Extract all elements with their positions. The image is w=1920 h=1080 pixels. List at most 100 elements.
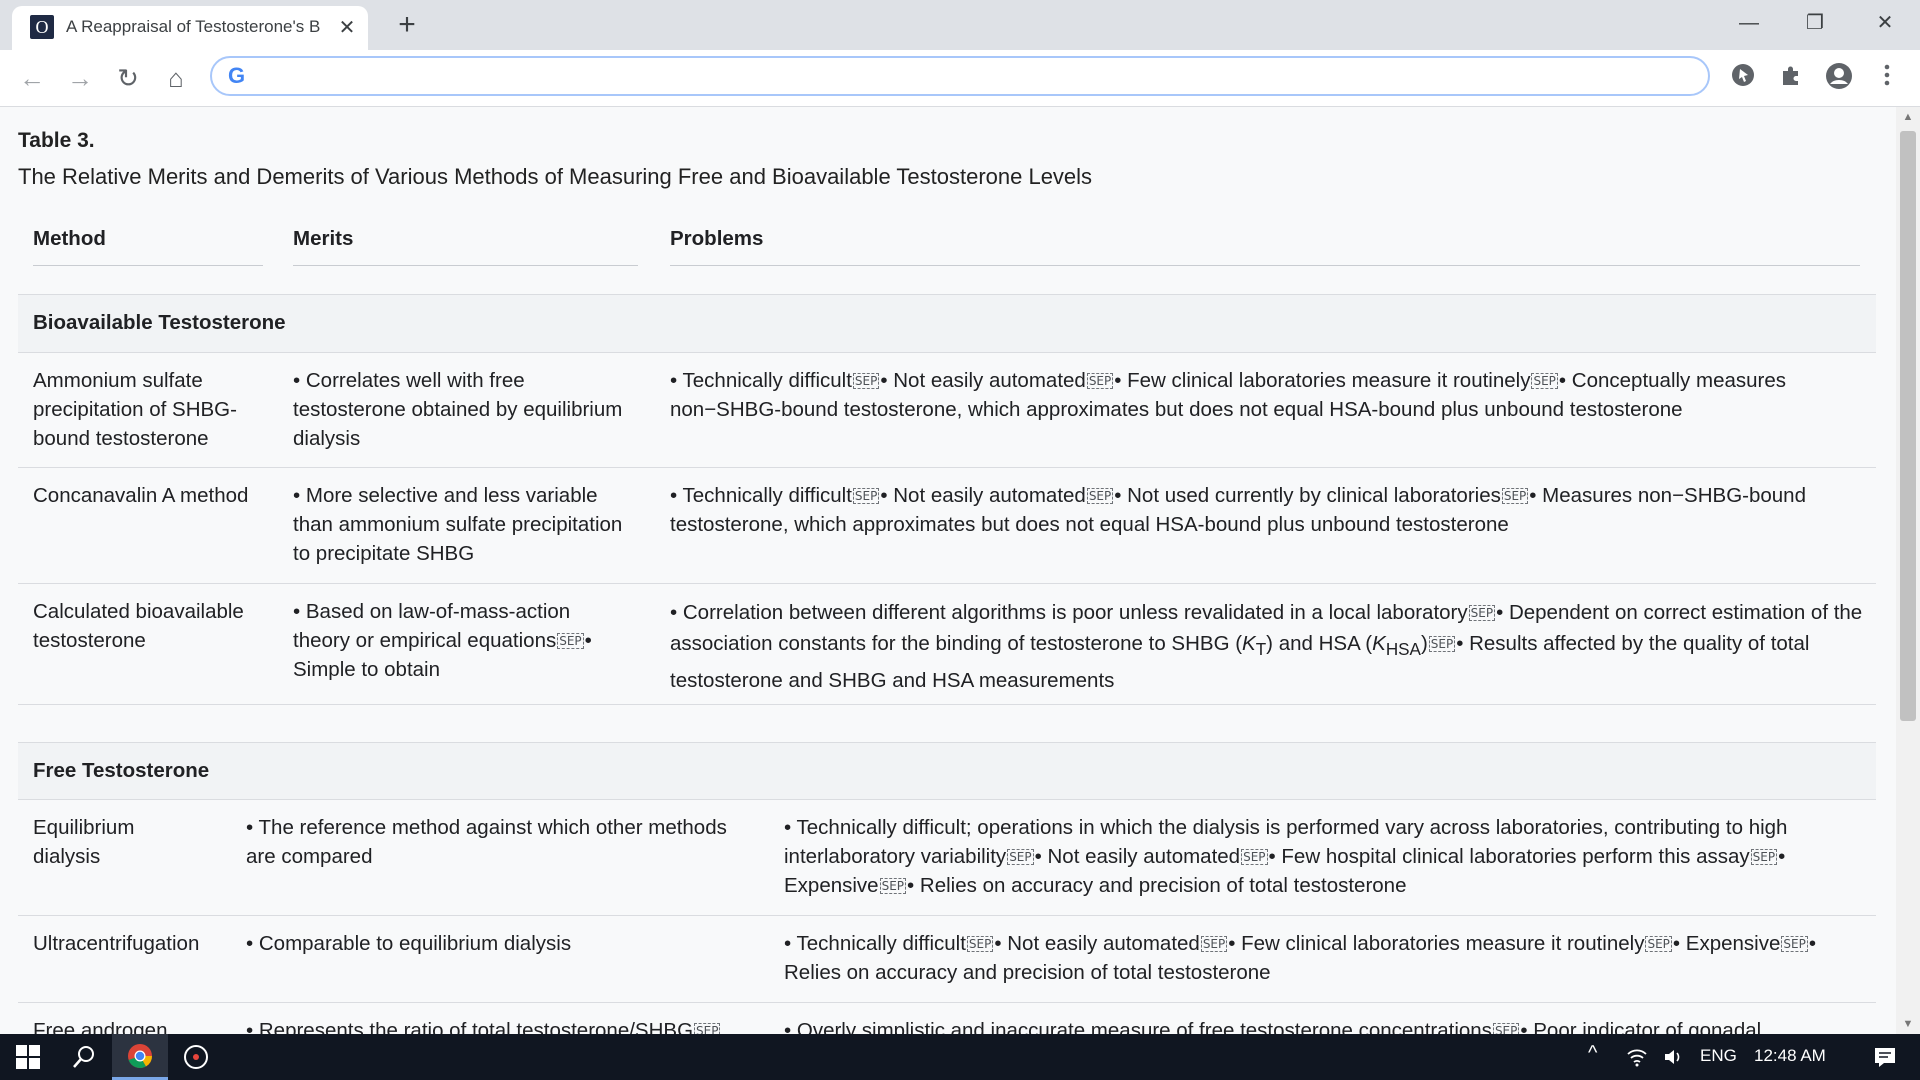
language-indicator[interactable]: ENG	[1700, 1046, 1737, 1066]
problem-text: Few hospital clinical laboratories perfo…	[1281, 845, 1750, 868]
merits-cell: • Based on law-of-mass-action theory or …	[293, 600, 592, 681]
problem-text: Technically difficult	[796, 932, 966, 955]
kebab-menu-icon[interactable]	[1872, 62, 1902, 92]
address-bar[interactable]: G	[210, 56, 1710, 96]
scroll-down-arrow-icon[interactable]: ▼	[1896, 1014, 1920, 1034]
problem-text: Not easily automated	[893, 484, 1086, 507]
problem-text: Expensive	[1685, 932, 1781, 955]
problem-text: Not easily automated	[1007, 932, 1200, 955]
forward-button[interactable]: →	[62, 60, 98, 96]
problems-cell: • Technically difficult SEP • Not easily a…	[784, 932, 1816, 984]
problem-text: Poor indicator of gonadal	[1533, 1019, 1762, 1034]
sep-glyph: SEP	[1007, 849, 1034, 865]
table-row: Free androgen • Represents the ratio of …	[18, 1003, 1876, 1034]
method-cell: Free androgen	[33, 1019, 168, 1034]
minimize-button[interactable]: —	[1726, 6, 1772, 40]
sep-glyph: SEP	[1086, 373, 1114, 389]
kt-symbol: K	[1242, 632, 1256, 655]
browser-tab[interactable]: O A Reappraisal of Testosterone's B ✕	[12, 6, 368, 50]
table-row: Ammonium sulfate precipitation of SHBG-b…	[18, 353, 1876, 468]
section-label: Free Testosterone	[33, 759, 210, 782]
sep-glyph: SEP	[1086, 488, 1114, 504]
site-favicon-icon: O	[30, 15, 54, 39]
vertical-scrollbar[interactable]: ▲ ▼	[1896, 107, 1920, 1034]
table-caption: The Relative Merits and Demerits of Vari…	[18, 164, 1093, 189]
problem-text: Technically difficult	[682, 484, 852, 507]
problem-text: Relies on accuracy and precision of tota…	[784, 961, 1271, 984]
merits-cell: • Represents the ratio of total testoste…	[246, 1016, 756, 1034]
section-row-bioavailable: Bioavailable Testosterone	[18, 295, 1876, 353]
back-button[interactable]: ←	[14, 60, 50, 96]
tab-close-icon[interactable]: ✕	[334, 15, 360, 41]
sep-glyph: SEP	[1200, 936, 1228, 952]
problems-cell: • Technically difficult SEP • Not easily a…	[670, 369, 1787, 421]
browser-window: O A Reappraisal of Testosterone's B ✕ + …	[0, 0, 1920, 1080]
merits-cell: • Correlates well with free testosterone…	[293, 369, 623, 450]
section-row-free: Free Testosterone	[18, 742, 1876, 800]
problems-cell: • Technically difficult SEP • Not easily a…	[670, 484, 1806, 536]
new-tab-button[interactable]: +	[390, 9, 424, 43]
puzzle-icon[interactable]	[1776, 62, 1806, 92]
scroll-up-arrow-icon[interactable]: ▲	[1896, 107, 1920, 127]
sep-glyph: SEP	[852, 373, 880, 389]
tray-caret-icon[interactable]: ^	[1588, 1042, 1597, 1065]
media-app-icon[interactable]	[168, 1034, 224, 1080]
address-input[interactable]	[264, 62, 1688, 92]
problem-text: ) and HSA (	[1266, 632, 1373, 655]
kt-subscript: T	[1255, 640, 1267, 660]
method-cell: Concanavalin A method	[33, 484, 249, 507]
header-method: Method	[33, 227, 263, 266]
scrollbar-thumb[interactable]	[1900, 131, 1916, 721]
section-label: Bioavailable Testosterone	[33, 311, 286, 334]
browser-toolbar: ← → ↻ ⌂ G	[0, 50, 1920, 107]
table-title: Table 3.	[18, 129, 95, 152]
problems-cell: • Overly simplistic and inaccurate measu…	[784, 1016, 1859, 1034]
sep-glyph: SEP	[1241, 849, 1268, 865]
header-merits: Merits	[293, 227, 638, 266]
sep-glyph: SEP	[557, 633, 584, 649]
reload-button[interactable]: ↻	[110, 60, 146, 96]
problem-text: Relies on accuracy and precision of tota…	[919, 874, 1407, 897]
chrome-taskbar-icon[interactable]	[112, 1034, 168, 1080]
problem-text: Not easily automated	[1047, 845, 1241, 868]
problem-text: )	[1420, 632, 1428, 655]
merits-cell: • The reference method against which oth…	[246, 816, 727, 868]
cursor-extension-icon[interactable]	[1728, 62, 1758, 92]
problems-cell: • Technically difficult; operations in w…	[784, 816, 1788, 897]
restore-button[interactable]: ❐	[1792, 6, 1838, 40]
clock[interactable]: 12:48 AM	[1754, 1046, 1826, 1066]
sep-glyph: SEP	[1531, 373, 1558, 389]
search-icon[interactable]	[56, 1034, 112, 1080]
notification-icon[interactable]	[1860, 1034, 1910, 1080]
sep-glyph: SEP	[1428, 636, 1456, 652]
sep-glyph: SEP	[966, 936, 994, 952]
sep-glyph: SEP	[852, 488, 880, 504]
table-row: Equilibrium dialysis • The reference met…	[18, 800, 1876, 916]
table-row: Ultracentrifugation • Comparable to equi…	[18, 916, 1876, 1003]
problem-text: Not easily automated	[893, 369, 1086, 392]
profile-icon[interactable]	[1824, 62, 1854, 92]
sep-glyph: SEP	[694, 1023, 721, 1034]
problem-text: Not used currently by clinical laborator…	[1127, 484, 1501, 507]
problem-text: Few clinical laboratories measure it rou…	[1241, 932, 1645, 955]
home-button[interactable]: ⌂	[158, 60, 194, 96]
khsa-subscript: HSA	[1385, 640, 1421, 660]
volume-icon[interactable]	[1656, 1034, 1690, 1080]
problem-text: Technically difficult	[682, 369, 852, 392]
method-cell: Ultracentrifugation	[33, 932, 200, 955]
windows-start-icon[interactable]	[0, 1034, 56, 1080]
window-close-button[interactable]: ✕	[1862, 6, 1908, 40]
method-cell: Ammonium sulfate precipitation of SHBG-b…	[33, 369, 237, 450]
sep-glyph: SEP	[1468, 605, 1496, 621]
table-row: Concanavalin A method • More selective a…	[18, 468, 1876, 584]
merit-text: Correlates well with free testosterone o…	[293, 369, 623, 450]
wifi-icon[interactable]	[1620, 1034, 1654, 1080]
merit-text: Represents the ratio of total testostero…	[258, 1019, 694, 1034]
problem-text: Expensive	[784, 874, 879, 897]
problems-cell: • Correlation between different algorith…	[670, 601, 1863, 693]
windows-taskbar: ^ ENG 12:48 AM	[0, 1034, 1920, 1080]
sep-glyph: SEP	[879, 878, 907, 894]
table-header-row: Method Merits Problems	[18, 213, 1876, 295]
tab-strip: O A Reappraisal of Testosterone's B ✕ + …	[0, 0, 1920, 50]
tab-title: A Reappraisal of Testosterone's B	[66, 17, 321, 36]
